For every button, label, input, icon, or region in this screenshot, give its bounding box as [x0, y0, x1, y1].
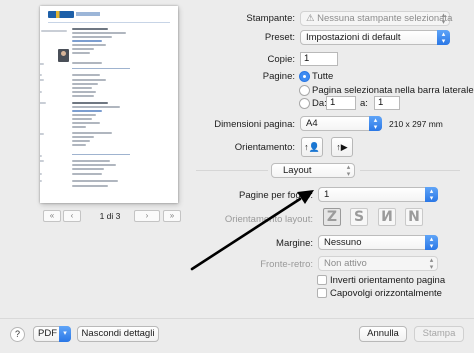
chevron-down-icon: ▾: [59, 326, 71, 342]
footer-divider: [0, 318, 474, 319]
hide-details-button[interactable]: Nascondi dettagli: [77, 326, 159, 342]
pdf-label: PDF: [38, 328, 57, 339]
help-button[interactable]: ?: [10, 327, 25, 342]
print-button[interactable]: Stampa: [414, 326, 464, 342]
cancel-button[interactable]: Annulla: [359, 326, 407, 342]
annotation-arrow: [190, 190, 314, 271]
pdf-menu-button[interactable]: PDF ▾: [33, 326, 71, 342]
